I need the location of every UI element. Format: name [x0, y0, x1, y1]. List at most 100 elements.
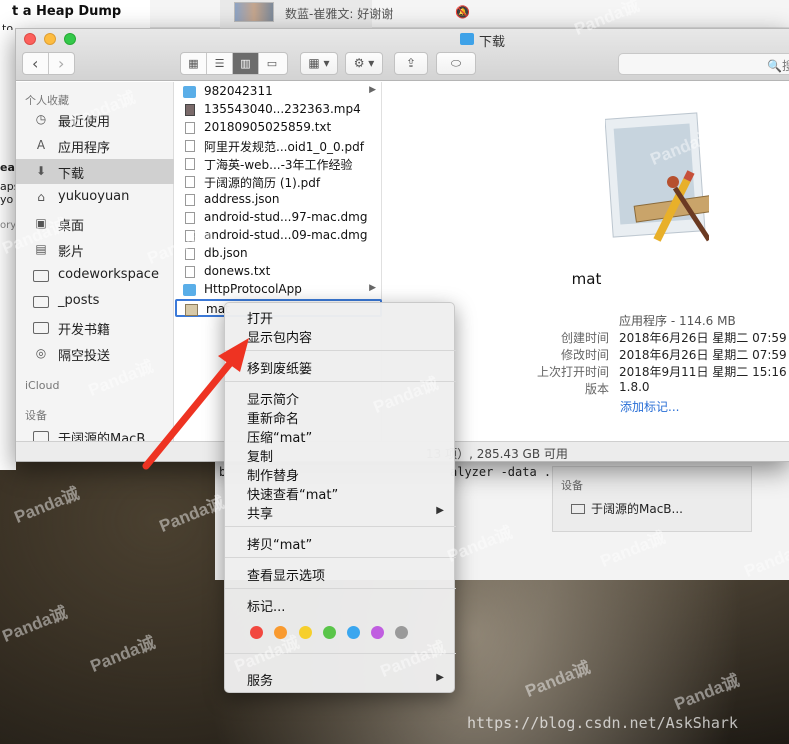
- menu-item-services[interactable]: 服务 ▶: [225, 669, 456, 689]
- tag-color-red[interactable]: [250, 626, 263, 639]
- strip-text: yo: [0, 193, 14, 206]
- folder-icon: [33, 296, 49, 308]
- menu-item-rename[interactable]: 重新命名: [225, 407, 456, 427]
- tag-color-blue[interactable]: [347, 626, 360, 639]
- sidebar-item-label: 开发书籍: [58, 323, 111, 338]
- file-name: 丁海英-web...-3年工作经验: [204, 158, 353, 172]
- menu-item-label: 移到废纸篓: [247, 362, 313, 377]
- file-name: donews.txt: [204, 264, 271, 278]
- airdrop-icon: ◎: [35, 346, 47, 360]
- back-button[interactable]: ‹: [23, 53, 49, 74]
- arrange-button[interactable]: ▦ ▾: [300, 52, 338, 75]
- watermark-text: Panda诚: [671, 670, 742, 714]
- devices-header: 设备: [25, 409, 47, 422]
- tag-button[interactable]: ⬭: [436, 52, 476, 75]
- list-item[interactable]: donews.txt: [175, 263, 382, 281]
- share-button[interactable]: ⇪: [394, 52, 428, 75]
- applications-icon: A: [36, 138, 46, 152]
- view-switcher: ▦ ☰ ▥ ▭: [180, 52, 288, 75]
- titlebar: 下载 ‹ › ▦ ☰ ▥ ▭ ▦ ▾ ⚙ ▾ ⇪ ⬭ 🔍搜索: [16, 29, 789, 81]
- sidebar-item-posts[interactable]: _posts: [16, 289, 174, 314]
- document-icon: [185, 158, 195, 170]
- sidebar-item-label: 应用程序: [58, 141, 111, 156]
- list-item[interactable]: 于阔源的简历 (1).pdf: [175, 173, 382, 191]
- tag-color-green[interactable]: [323, 626, 336, 639]
- action-button[interactable]: ⚙ ▾: [345, 52, 383, 75]
- file-name: 阿里开发规范...oid1_0_0.pdf: [204, 140, 364, 154]
- menu-item-label: 打开: [247, 312, 274, 327]
- add-tags-link[interactable]: 添加标记...: [620, 398, 679, 415]
- zoom-button[interactable]: [64, 33, 76, 45]
- sidebar-item-applications[interactable]: A 应用程序: [16, 133, 174, 158]
- icon-view-icon[interactable]: ▦: [181, 53, 207, 74]
- sidebar-item-label: codeworkspace: [58, 267, 159, 282]
- list-item[interactable]: 丁海英-web...-3年工作经验: [175, 155, 382, 173]
- folder-icon: [183, 86, 196, 98]
- info-value: 2018年6月26日 星期二 07:59: [619, 331, 787, 345]
- disclosure-arrow-icon: ▶: [369, 283, 376, 293]
- list-item[interactable]: 982042311 ▶: [175, 83, 382, 101]
- menu-item-make-alias[interactable]: 制作替身: [225, 464, 456, 484]
- downloads-folder-icon: [460, 33, 474, 45]
- file-name: android-stud...09-mac.dmg: [204, 228, 368, 242]
- list-item[interactable]: db.json: [175, 245, 382, 263]
- menu-item-label: 拷贝“mat”: [247, 538, 313, 553]
- laptop-icon: [571, 504, 585, 514]
- menu-item-show-package-contents[interactable]: 显示包内容: [225, 326, 456, 346]
- menu-item-tags[interactable]: 标记...: [225, 595, 456, 615]
- column-view-icon[interactable]: ▥: [233, 53, 259, 74]
- list-item[interactable]: 135543040...232363.mp4: [175, 101, 382, 119]
- search-placeholder-text: 搜索: [782, 59, 789, 73]
- info-value: 2018年6月26日 星期二 07:59: [619, 348, 787, 362]
- context-menu: 打开 显示包内容 移到废纸篓 显示简介 重新命名 压缩“mat” 复制 制作替身…: [224, 302, 456, 693]
- menu-item-label: 显示包内容: [247, 331, 313, 346]
- mute-icon: 🔕: [455, 5, 470, 19]
- list-item[interactable]: 阿里开发规范...oid1_0_0.pdf: [175, 137, 382, 155]
- tag-color-yellow[interactable]: [299, 626, 312, 639]
- search-field[interactable]: 🔍搜索: [618, 53, 789, 75]
- menu-separator: [225, 588, 456, 589]
- submenu-arrow-icon: ▶: [436, 505, 444, 516]
- close-button[interactable]: [24, 33, 36, 45]
- sidebar-item-label: _posts: [58, 293, 100, 308]
- menu-item-label: 查看显示选项: [247, 569, 326, 584]
- pdf-icon: [185, 140, 195, 152]
- list-item[interactable]: 20180905025859.txt: [175, 119, 382, 137]
- menu-item-label: 压缩“mat”: [247, 431, 313, 446]
- sidebar-item-downloads[interactable]: ⬇ 下载: [16, 159, 174, 184]
- list-item[interactable]: HttpProtocolApp ▶: [175, 281, 382, 299]
- tag-color-purple[interactable]: [371, 626, 384, 639]
- menu-item-duplicate[interactable]: 复制: [225, 445, 456, 465]
- sidebar-item-dev-books[interactable]: 开发书籍: [16, 315, 174, 340]
- menu-item-open[interactable]: 打开: [225, 307, 456, 327]
- menu-item-label: 共享: [247, 507, 274, 522]
- menu-item-share[interactable]: 共享 ▶: [225, 502, 456, 522]
- menu-item-compress[interactable]: 压缩“mat”: [225, 426, 456, 446]
- video-file-icon: [185, 104, 195, 116]
- sidebar-item-codeworkspace[interactable]: codeworkspace: [16, 263, 174, 288]
- device-item[interactable]: 于阔源的MacB...: [571, 500, 683, 517]
- cover-flow-icon[interactable]: ▭: [259, 53, 285, 74]
- search-placeholder: 🔍搜索: [767, 57, 789, 74]
- background-finder-sidebar: 设备 于阔源的MacB...: [552, 466, 752, 532]
- menu-item-quick-look[interactable]: 快速查看“mat”: [225, 483, 456, 503]
- home-icon: ⌂: [37, 190, 45, 204]
- blog-title: t a Heap Dump: [12, 4, 122, 19]
- document-icon: [185, 194, 195, 206]
- watermark-text: Panda诚: [522, 657, 593, 701]
- terminal-command: alyzer -data ..: [450, 465, 559, 479]
- list-item[interactable]: address.json: [175, 191, 382, 209]
- file-name: db.json: [204, 246, 248, 260]
- list-view-icon[interactable]: ☰: [207, 53, 233, 74]
- info-value: 2018年9月11日 星期二 15:16: [619, 365, 787, 379]
- menu-item-label: 服务: [247, 674, 274, 689]
- tag-color-gray[interactable]: [395, 626, 408, 639]
- sidebar-item-home[interactable]: ⌂ yukuoyuan: [16, 185, 174, 210]
- menu-item-label: 重新命名: [247, 412, 300, 427]
- minimize-button[interactable]: [44, 33, 56, 45]
- forward-button[interactable]: ›: [49, 53, 74, 74]
- menu-item-show-view-options[interactable]: 查看显示选项: [225, 564, 456, 584]
- file-name: 于阔源的简历 (1).pdf: [204, 176, 321, 190]
- menu-item-copy[interactable]: 拷贝“mat”: [225, 533, 456, 553]
- watermark-text: Panda诚: [87, 632, 158, 676]
